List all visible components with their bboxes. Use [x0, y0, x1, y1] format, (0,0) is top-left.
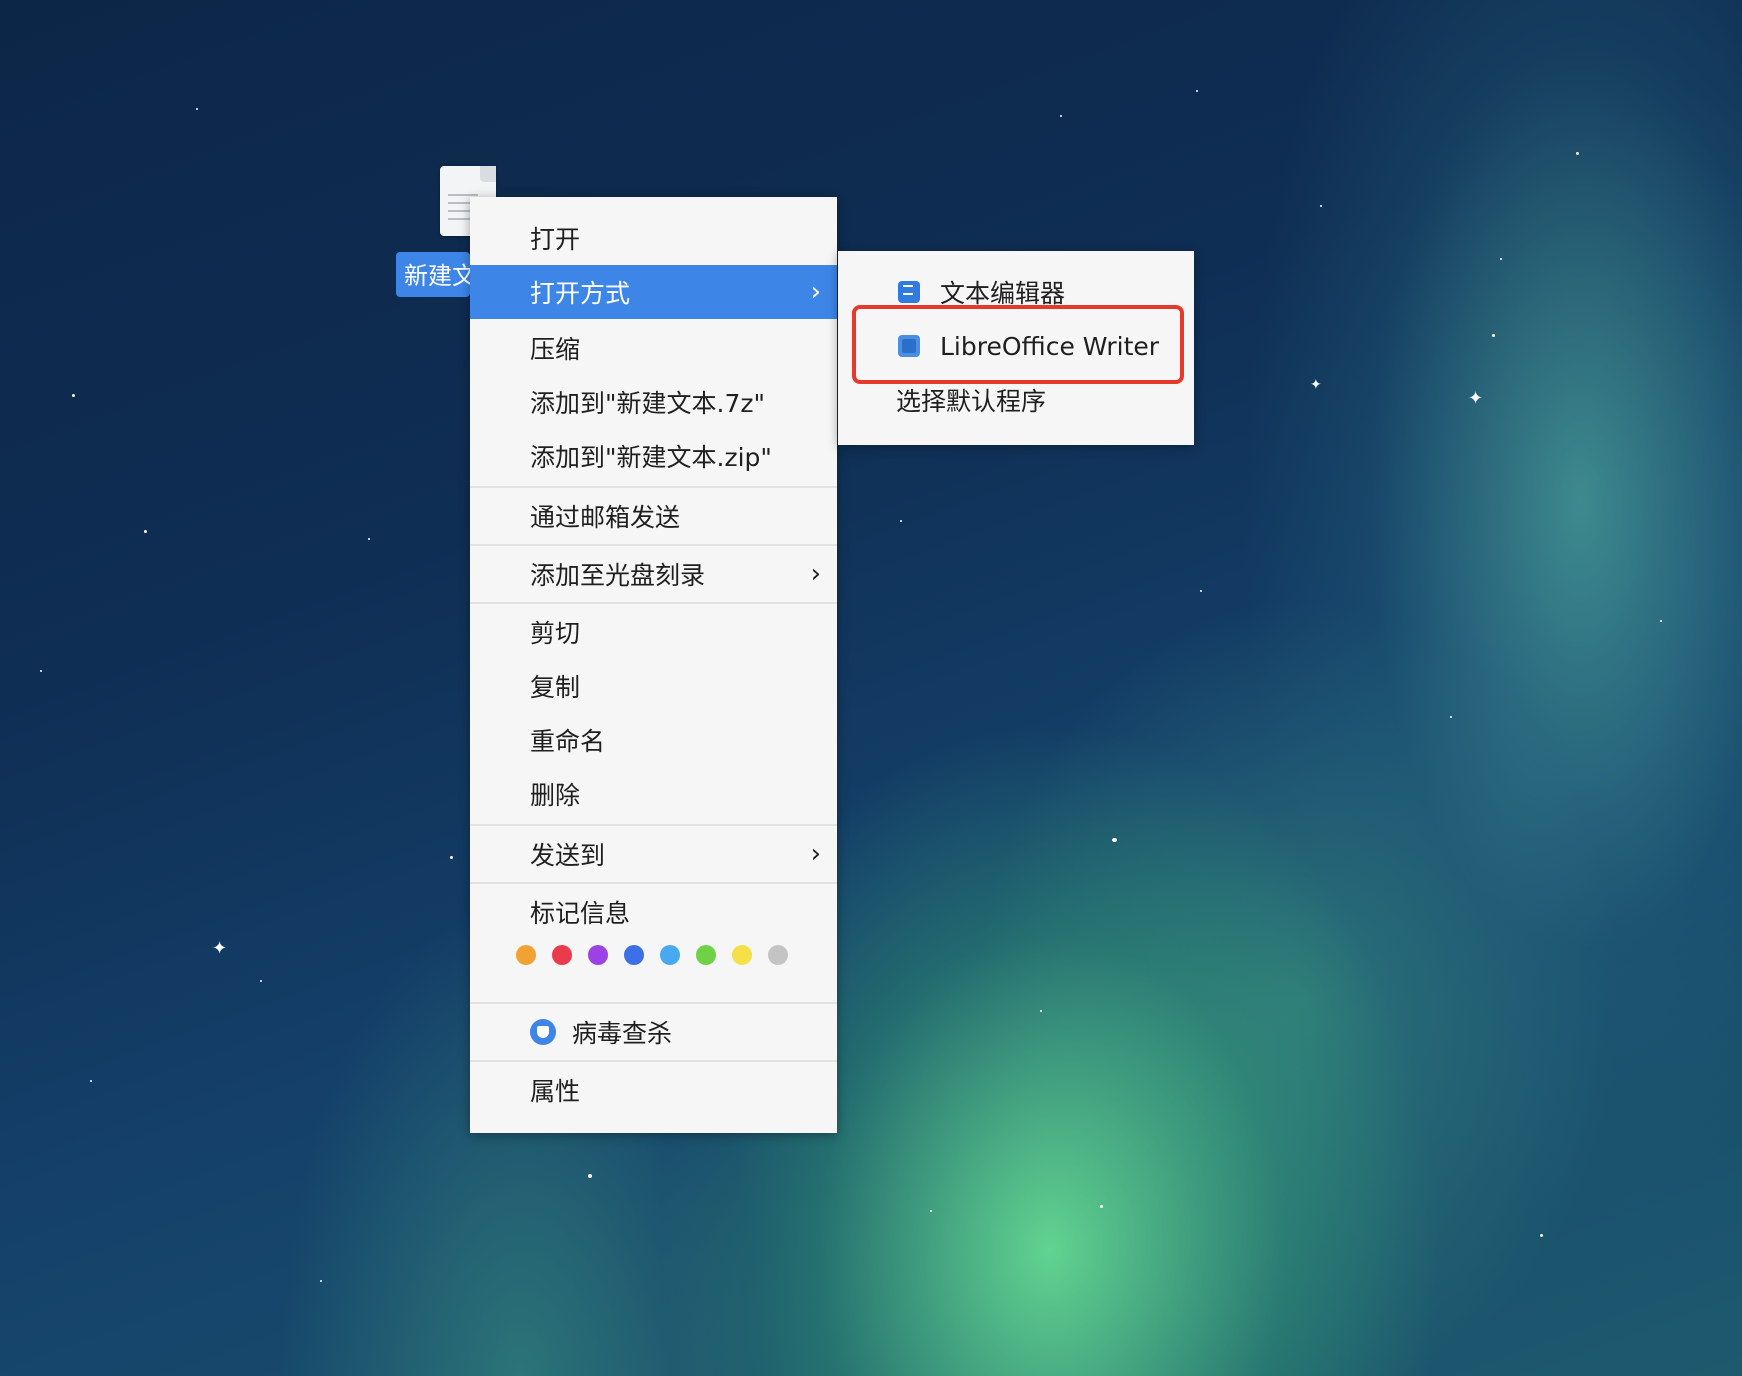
color-tag-orange[interactable]: [516, 945, 536, 965]
menu-separator: [470, 824, 837, 826]
star: [260, 980, 262, 982]
sparkle-star: ✦: [1468, 388, 1484, 409]
text-editor-icon: [898, 281, 920, 303]
color-tag-light-blue[interactable]: [660, 945, 680, 965]
star: [40, 670, 42, 672]
star: [144, 530, 147, 533]
color-tag-purple[interactable]: [588, 945, 608, 965]
menu-separator: [470, 602, 837, 604]
menu-item-compress[interactable]: 压缩: [470, 321, 837, 375]
desktop-file-label[interactable]: 新建文本: [396, 252, 470, 297]
color-tag-blue[interactable]: [624, 945, 644, 965]
star: [1200, 590, 1202, 592]
menu-item-label: 发送到: [530, 841, 606, 870]
menu-item-virus-scan[interactable]: 病毒查杀: [470, 1005, 837, 1059]
star: [1196, 90, 1198, 92]
menu-item-label: 通过邮箱发送: [530, 503, 681, 532]
star: [72, 394, 75, 397]
menu-item-label: 打开: [530, 225, 581, 254]
menu-item-label: 病毒查杀: [572, 1019, 673, 1048]
context-menu: 打开 打开方式 › 压缩 添加到"新建文本.7z" 添加到"新建文本.zip" …: [470, 197, 837, 1133]
star: [1040, 1010, 1042, 1012]
star: [1112, 838, 1117, 842]
menu-item-label: 压缩: [530, 335, 581, 364]
menu-separator: [470, 1002, 837, 1004]
star: [196, 108, 198, 110]
highlight-box: [852, 305, 1184, 384]
star: [588, 1174, 592, 1178]
sparkle-star: ✦: [1310, 377, 1322, 393]
file-corner: [480, 166, 496, 182]
menu-item-label: 删除: [530, 781, 581, 810]
star: [320, 1280, 322, 1282]
menu-item-add-to-zip[interactable]: 添加到"新建文本.zip": [470, 429, 837, 483]
menu-item-add-to-7z[interactable]: 添加到"新建文本.7z": [470, 375, 837, 429]
star: [450, 856, 453, 859]
star: [1576, 152, 1579, 155]
menu-item-label: 剪切: [530, 619, 581, 648]
color-tag-row: [516, 945, 804, 969]
color-tag-yellow[interactable]: [732, 945, 752, 965]
chevron-right-icon: ›: [810, 559, 821, 589]
file-line: [448, 194, 478, 196]
star: [368, 538, 370, 540]
menu-item-delete[interactable]: 删除: [470, 767, 837, 821]
menu-item-tag-info: 标记信息: [470, 885, 837, 939]
menu-item-rename[interactable]: 重命名: [470, 713, 837, 767]
menu-item-label: 添加到"新建文本.7z": [530, 389, 765, 418]
menu-item-open-with[interactable]: 打开方式 ›: [470, 265, 837, 319]
color-tag-green[interactable]: [696, 945, 716, 965]
menu-separator: [470, 544, 837, 546]
star: [1060, 115, 1062, 117]
shield-icon: [530, 1019, 556, 1045]
menu-item-label: 添加至光盘刻录: [530, 561, 706, 590]
star: [1660, 620, 1662, 622]
chevron-right-icon: ›: [810, 839, 821, 869]
menu-item-add-to-disc-burning[interactable]: 添加至光盘刻录 ›: [470, 547, 837, 601]
menu-item-label: 重命名: [530, 727, 606, 756]
star: [1100, 1205, 1103, 1208]
menu-item-label: 标记信息: [530, 899, 631, 928]
menu-item-send-by-email[interactable]: 通过邮箱发送: [470, 489, 837, 543]
star: [1540, 1234, 1543, 1237]
menu-item-label: 打开方式: [530, 279, 631, 308]
star: [90, 1080, 92, 1082]
star: [900, 520, 902, 522]
color-tag-red[interactable]: [552, 945, 572, 965]
menu-item-open[interactable]: 打开: [470, 211, 837, 265]
menu-separator: [470, 486, 837, 488]
menu-separator: [470, 882, 837, 884]
menu-item-send-to[interactable]: 发送到 ›: [470, 827, 837, 881]
star: [1500, 258, 1502, 260]
star: [1492, 334, 1495, 337]
menu-item-cut[interactable]: 剪切: [470, 605, 837, 659]
star: [1320, 205, 1322, 207]
star: [1450, 716, 1452, 718]
menu-item-properties[interactable]: 属性: [470, 1063, 837, 1117]
sparkle-star: ✦: [212, 938, 228, 959]
submenu-item-label: 选择默认程序: [896, 387, 1047, 416]
menu-item-label: 属性: [530, 1077, 581, 1106]
menu-item-label: 复制: [530, 673, 581, 702]
menu-item-label: 添加到"新建文本.zip": [530, 443, 772, 472]
color-tag-gray[interactable]: [768, 945, 788, 965]
menu-item-copy[interactable]: 复制: [470, 659, 837, 713]
menu-separator: [470, 1060, 837, 1062]
star: [930, 1210, 932, 1212]
chevron-right-icon: ›: [810, 277, 821, 307]
